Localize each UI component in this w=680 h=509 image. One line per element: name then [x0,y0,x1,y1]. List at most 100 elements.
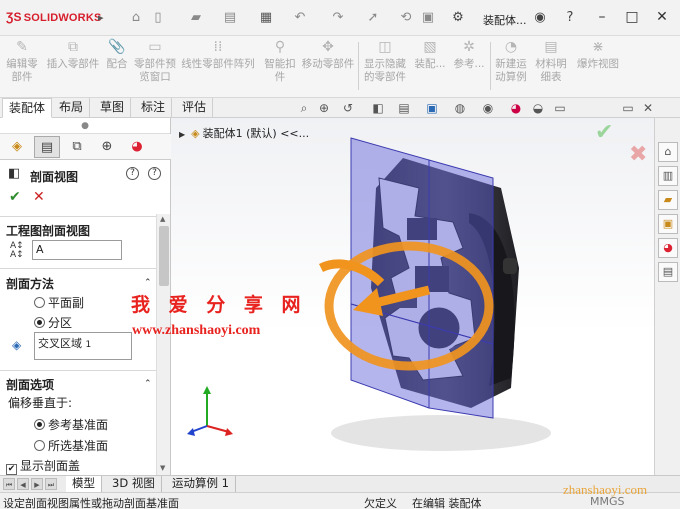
open-folder-icon[interactable]: ▰ [188,10,204,26]
tab-motion-study[interactable]: 运动算例 1 [166,476,236,492]
tab-evaluate[interactable]: 评估 [176,98,214,118]
collapse-arrow-icon[interactable]: ⌃ [144,379,152,389]
solidworks-logo[interactable]: ƷS SOLIDWORKS [6,10,102,24]
mate-button[interactable]: 📎 配合 [104,38,130,71]
new-motion-study-button[interactable]: ◔ 新建运 动算例 [492,38,530,84]
document-title: 装配体... [483,14,527,27]
hide-show-items-icon[interactable]: ◉ [480,100,496,116]
fastener-icon: ⚲ [274,39,286,55]
scrollbar-thumb[interactable] [159,226,169,286]
triad-y-arrow [203,386,211,394]
edit-appearance-icon[interactable]: ◕ [508,100,524,116]
print-icon[interactable]: ▦ [258,10,274,26]
model-shadow [331,415,551,451]
radio-selected-plane[interactable]: 所选基准面 [34,437,108,454]
scroll-down-icon[interactable]: ▼ [160,464,165,472]
tab-model[interactable]: 模型 [66,476,102,492]
apply-scene-icon[interactable]: ◒ [530,100,546,116]
user-account-icon[interactable]: ◉ [532,10,548,26]
radio-indicator [34,440,45,451]
appearances-icon[interactable]: ◕ [658,238,678,258]
command-manager: ✎ 编辑零 部件 ⧉ 插入零部件 📎 配合 ▭ 零部件预 览窗口 ⁞⁞ 线性零部件阵列 ⚲… [0,36,680,98]
intersection-zones-list[interactable]: 交叉区域 1 [34,332,132,360]
exploded-view-button[interactable]: ⋇ 爆炸视图 [572,38,624,71]
home-icon[interactable]: ⌂ [128,10,144,26]
zoom-to-fit-icon[interactable]: ⌕ [296,100,312,116]
reference-geometry-button[interactable]: ✲ 参考... [450,38,488,71]
tab-markup[interactable]: 标注 [135,98,173,118]
display-style-icon[interactable]: ◍ [452,100,468,116]
panel-grip[interactable]: ● [0,118,170,134]
configuration-manager-tab-icon[interactable]: ⧉ [64,136,90,158]
close-button[interactable]: ✕ [652,7,672,27]
show-hidden-components-button[interactable]: ◫ 显示隐藏 的零部件 [360,38,410,84]
save-icon[interactable]: ▤ [222,10,238,26]
view-orientation-icon[interactable]: ▣ [424,100,440,116]
view-palette-icon[interactable]: ▣ [658,214,678,234]
select-icon[interactable]: ➚ [365,10,381,26]
close-document-icon[interactable]: ✕ [640,100,656,116]
property-manager-body: 工程图剖面视图 A↕ A↕ A 剖面方法 ⌃ 平面副 分区 ◈ 交叉区域 1 剖面… [0,214,171,475]
insert-component-icon: ⧉ [68,39,78,55]
prev-tab-icon[interactable]: ◀ [17,478,29,490]
first-tab-icon[interactable]: ⏮ [3,478,15,490]
last-tab-icon[interactable]: ⏭ [45,478,57,490]
component-preview-button[interactable]: ▭ 零部件预 览窗口 [132,38,178,84]
dimxpert-tab-icon[interactable]: ⊕ [94,136,120,158]
edit-component-button[interactable]: ✎ 编辑零 部件 [2,38,42,84]
minimize-button[interactable]: – [592,7,612,27]
scroll-up-icon[interactable]: ▲ [160,215,165,223]
radio-indicator [34,419,45,430]
panel-scrollbar[interactable]: ▲ ▼ [156,214,170,475]
display-manager-tab-icon[interactable]: ◕ [124,136,150,158]
drawing-section-view-group-title: 工程图剖面视图 [6,224,91,238]
show-hidden-icon: ◫ [378,39,392,55]
section-name-input[interactable]: A [32,240,122,260]
view-settings-icon[interactable]: ▭ [552,100,568,116]
feature-manager-tab-icon[interactable]: ◈ [4,136,30,158]
tab-sketch[interactable]: 草图 [94,98,132,118]
file-properties-icon[interactable]: ▣ [420,10,436,26]
tab-3d-view[interactable]: 3D 视图 [106,476,162,492]
radio-zonal[interactable]: 分区 [34,314,72,331]
maximize-button[interactable]: □ [622,7,642,27]
whats-new-icon[interactable]: ? [148,167,161,180]
collapse-arrow-icon[interactable]: ⌃ [144,278,152,288]
new-document-icon[interactable]: ▯ [150,10,166,26]
assembly-features-button[interactable]: ▧ 装配... [414,38,446,71]
radio-planar[interactable]: 平面副 [34,294,84,311]
file-explorer-icon[interactable]: ▰ [658,190,678,210]
dynamic-annotation-icon[interactable]: ▤ [396,100,412,116]
smart-fasteners-button[interactable]: ⚲ 智能扣 件 [262,38,298,84]
ok-button[interactable]: ✔ [9,189,21,205]
offset-normal-label: 偏移垂直于: [8,396,73,410]
bill-of-materials-button[interactable]: ▤ 材料明 细表 [532,38,570,84]
previous-view-icon[interactable]: ↺ [340,100,356,116]
help-icon[interactable]: ? [126,167,139,180]
assembly-features-icon: ▧ [423,39,437,55]
cancel-button[interactable]: ✕ [33,189,45,205]
zoom-area-icon[interactable]: ⊕ [316,100,332,116]
help-icon[interactable]: ? [562,10,578,26]
property-manager-tab-icon[interactable]: ▤ [34,136,60,158]
show-section-cap-checkbox[interactable]: ✔ 显示剖面盖 [6,457,80,475]
redo-icon[interactable]: ↷ [330,10,346,26]
options-gear-icon[interactable]: ⚙ [450,10,466,26]
undo-icon[interactable]: ↶ [292,10,308,26]
restore-window-icon[interactable]: ▭ [620,100,636,116]
insert-components-button[interactable]: ⧉ 插入零部件 [44,38,102,71]
radio-reference-plane[interactable]: 参考基准面 [34,416,108,433]
name-field-icon: A↕ A↕ [10,241,24,260]
solidworks-resources-icon[interactable]: ⌂ [658,142,678,162]
design-library-icon[interactable]: ▥ [658,166,678,186]
section-view-icon[interactable]: ◧ [370,100,386,116]
next-tab-icon[interactable]: ▶ [31,478,43,490]
custom-properties-icon[interactable]: ▤ [658,262,678,282]
move-component-button[interactable]: ✥ 移动零部件 [300,38,356,71]
menu-expand-icon[interactable]: ▸ [98,11,104,24]
rebuild-icon[interactable]: ⟲ [398,10,414,26]
task-pane: ⌂ ▥ ▰ ▣ ◕ ▤ [654,118,680,475]
tab-layout[interactable]: 布局 [53,98,91,118]
tab-assembly[interactable]: 装配体 [2,98,53,118]
linear-pattern-button[interactable]: ⁞⁞ 线性零部件阵列 [180,38,256,71]
